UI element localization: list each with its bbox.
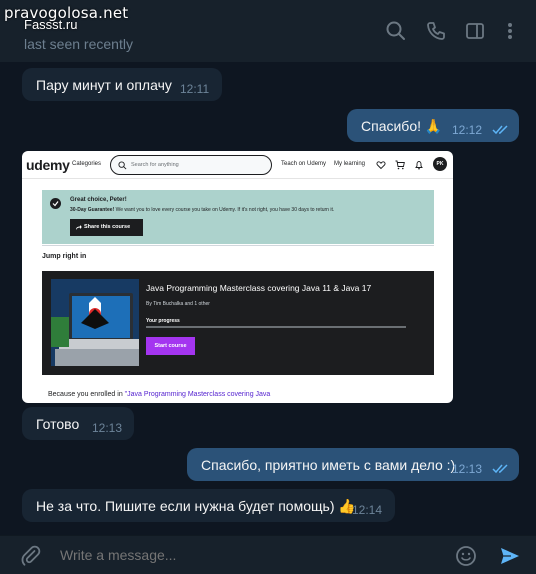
- send-icon[interactable]: [499, 545, 521, 567]
- read-ticks-icon: [492, 464, 508, 474]
- share-course-button: Share this course: [70, 219, 143, 236]
- nav-teach: Teach on Udemy: [281, 161, 327, 167]
- nav-categories: Categories: [72, 161, 102, 167]
- message-time: 12:13: [452, 462, 483, 476]
- divider: [42, 245, 434, 246]
- phone-icon[interactable]: [425, 20, 447, 42]
- heart-icon: [376, 161, 386, 170]
- message-text: Пару минут и оплачу: [36, 77, 172, 93]
- progress-bar: [146, 326, 406, 328]
- image-message[interactable]: udemy Categories Search for anything Tea…: [22, 151, 453, 403]
- search-icon[interactable]: [385, 20, 407, 42]
- message-time: 12:12: [452, 123, 483, 137]
- search-icon: [118, 161, 127, 170]
- udemy-logo: udemy: [26, 157, 70, 173]
- because-enrolled: Because you enrolled in "Java Programmin…: [48, 391, 271, 398]
- emoji-icon[interactable]: [455, 545, 477, 567]
- message-incoming[interactable]: Пару минут и оплачу 12:11: [22, 68, 222, 101]
- share-icon: [76, 225, 82, 230]
- course-card: Java Programming Masterclass covering Ja…: [42, 271, 434, 375]
- watermark: pravogolosa.net: [4, 4, 129, 22]
- message-outgoing[interactable]: Спасибо, приятно иметь с вами дело :) 12…: [187, 448, 519, 481]
- nav-my-learning: My learning: [334, 161, 366, 167]
- chat-header: Fassst.ru pravogolosa.net last seen rece…: [0, 0, 536, 62]
- start-course-button: Start course: [146, 337, 195, 355]
- chat-status: last seen recently: [24, 36, 133, 52]
- bell-icon: [415, 161, 423, 170]
- confirmation-banner: Great choice, Peter! 30-Day Guarantee! W…: [42, 190, 434, 244]
- message-input[interactable]: [60, 547, 440, 563]
- cart-icon: [395, 160, 405, 170]
- course-title: Java Programming Masterclass covering Ja…: [146, 283, 372, 293]
- message-composer: [0, 535, 536, 574]
- message-text: Спасибо! 🙏: [361, 118, 443, 134]
- message-time: 12:11: [180, 82, 210, 96]
- message-text: Спасибо, приятно иметь с вами дело :): [201, 457, 456, 473]
- banner-guarantee: 30-Day Guarantee! We want you to love ev…: [70, 207, 335, 213]
- avatar: PK: [433, 157, 447, 171]
- sidebar-toggle-icon[interactable]: [464, 20, 486, 42]
- udemy-search-bar: Search for anything: [110, 155, 272, 175]
- message-text: Не за что. Пишите если нужна будет помощ…: [36, 498, 356, 514]
- message-incoming[interactable]: Не за что. Пишите если нужна будет помощ…: [22, 489, 395, 522]
- course-author: By Tim Buchalka and 1 other: [146, 301, 210, 307]
- paperclip-icon[interactable]: [20, 545, 42, 567]
- udemy-navbar: udemy Categories Search for anything Tea…: [22, 151, 453, 179]
- section-title: Jump right in: [42, 253, 87, 260]
- banner-title: Great choice, Peter!: [70, 197, 127, 203]
- message-text: Готово: [36, 416, 80, 432]
- search-placeholder: Search for anything: [131, 162, 179, 168]
- read-ticks-icon: [492, 125, 508, 135]
- message-outgoing[interactable]: Спасибо! 🙏 12:12: [347, 109, 519, 142]
- message-time: 12:13: [92, 421, 123, 435]
- check-circle-icon: [50, 198, 61, 209]
- course-thumbnail: [51, 279, 139, 366]
- more-vert-icon[interactable]: [499, 20, 521, 42]
- message-time: 12:14: [352, 503, 383, 517]
- progress-label: Your progress: [146, 318, 180, 324]
- message-incoming[interactable]: Готово 12:13: [22, 407, 134, 440]
